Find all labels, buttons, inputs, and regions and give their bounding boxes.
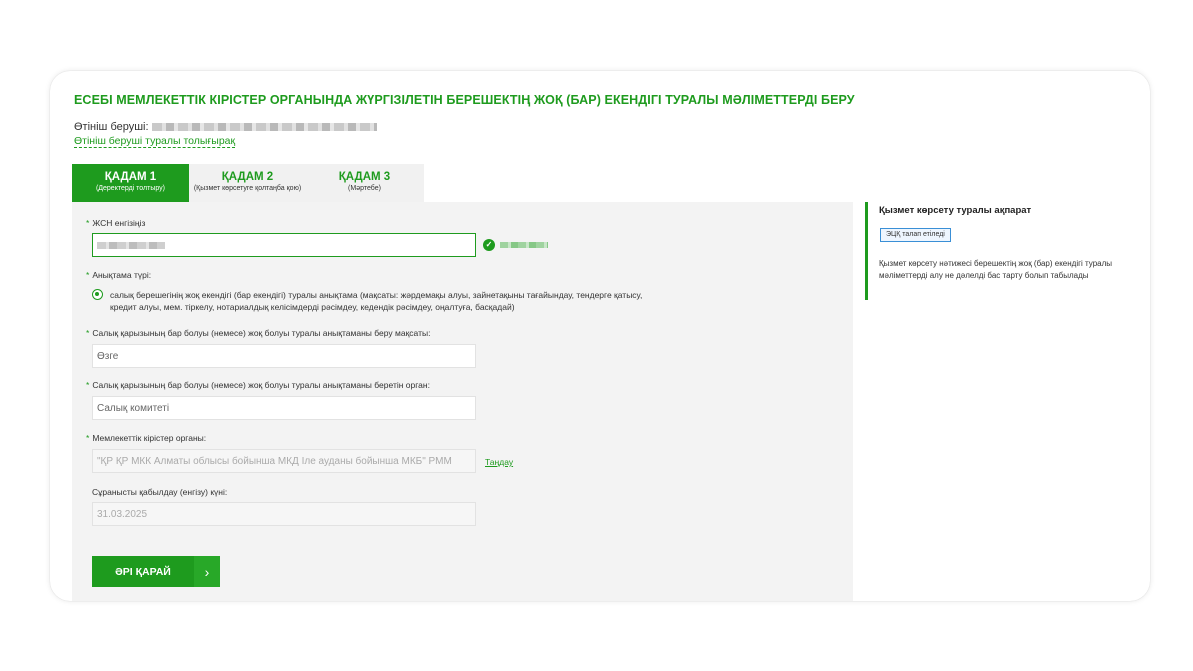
ref-type-label: * Анықтама түрі: (86, 270, 152, 280)
next-button-label: ӘРІ ҚАРАЙ (115, 565, 171, 578)
issuer-label: * Салық қарызының бар болуы (немесе) жоқ … (86, 380, 430, 390)
iin-label: * ЖСН енгізіңіз (86, 218, 146, 228)
revenue-org-label: * Мемлекеттік кірістер органы: (86, 433, 207, 443)
tab-step-3[interactable]: ҚАДАМ 3 (Мәртебе) (306, 164, 423, 202)
form-panel: * ЖСН енгізіңіз ✓ * Анықтама түрі: салық б… (72, 202, 853, 601)
tab-step-2-sub: (Қызмет көрсетуге қолтаңба қою) (193, 185, 302, 192)
chevron-right-icon: › (194, 556, 220, 587)
tab-step-3-label: ҚАДАМ 3 (338, 171, 391, 183)
revenue-org-value: "ҚР ҚР МКК Алматы облысы бойынша МКД Іле… (97, 455, 452, 467)
date-value: 31.03.2025 (97, 508, 148, 520)
purpose-label: * Салық қарызының бар болуы (немесе) жоқ … (86, 328, 431, 338)
tab-step-1-label: ҚАДАМ 1 (104, 171, 157, 183)
tab-step-2-label: ҚАДАМ 2 (221, 171, 274, 183)
issuer-select[interactable]: Салық комитеті (92, 396, 476, 420)
service-info-text: Қызмет көрсету нәтижесі берешектің жоқ (… (879, 259, 1113, 280)
applicant-details-link[interactable]: Өтініш беруші туралы толығырақ (74, 135, 236, 148)
eds-required-badge: ЭЦҚ талап етіледі (880, 228, 951, 242)
check-circle-icon: ✓ (483, 239, 495, 251)
required-mark: * (86, 433, 90, 443)
issuer-value: Салық комитеті (97, 402, 170, 414)
applicant-label: Өтініш беруші: (74, 121, 149, 133)
required-mark: * (86, 218, 90, 228)
page-title: ЕСЕБІ МЕМЛЕКЕТТІК КІРІСТЕР ОРГАНЫНДА ЖҮР… (74, 93, 855, 107)
purpose-value: Өзге (97, 350, 119, 362)
main-card: ЕСЕБІ МЕМЛЕКЕТТІК КІРІСТЕР ОРГАНЫНДА ЖҮР… (50, 71, 1150, 601)
select-revenue-org-link[interactable]: Таңдау (485, 457, 513, 467)
iin-name-redacted (500, 242, 548, 248)
iin-value-redacted (97, 241, 165, 249)
tab-step-3-sub: (Мәртебе) (348, 185, 381, 192)
tab-step-2[interactable]: ҚАДАМ 2 (Қызмет көрсетуге қолтаңба қою) (189, 164, 306, 202)
next-button[interactable]: ӘРІ ҚАРАЙ › (92, 556, 220, 587)
ref-type-option-text: салық берешегінің жоқ екендігі (бар екен… (110, 290, 643, 312)
revenue-org-field: "ҚР ҚР МКК Алматы облысы бойынша МКД Іле… (92, 449, 476, 473)
tab-step-1[interactable]: ҚАДАМ 1 (Деректерді толтыру) (72, 164, 189, 211)
purpose-select[interactable]: Өзге (92, 344, 476, 368)
tab-step-1-sub: (Деректерді толтыру) (95, 185, 166, 192)
required-mark: * (86, 380, 90, 390)
required-mark: * (86, 328, 90, 338)
iin-input[interactable] (92, 233, 476, 257)
applicant-row: Өтініш беруші: (74, 121, 377, 133)
ref-type-radio[interactable] (92, 289, 103, 300)
service-info-panel: Қызмет көрсету туралы ақпарат ЭЦҚ талап … (865, 202, 1135, 300)
date-field: 31.03.2025 (92, 502, 476, 526)
date-label: Сұранысты қабылдау (енгізу) күні: (92, 487, 228, 497)
step-tabs: ҚАДАМ 1 (Деректерді толтыру) ҚАДАМ 2 (Қы… (72, 164, 424, 211)
service-info-title: Қызмет көрсету туралы ақпарат (879, 205, 1032, 216)
required-mark: * (86, 270, 90, 280)
applicant-name-redacted (151, 123, 377, 131)
